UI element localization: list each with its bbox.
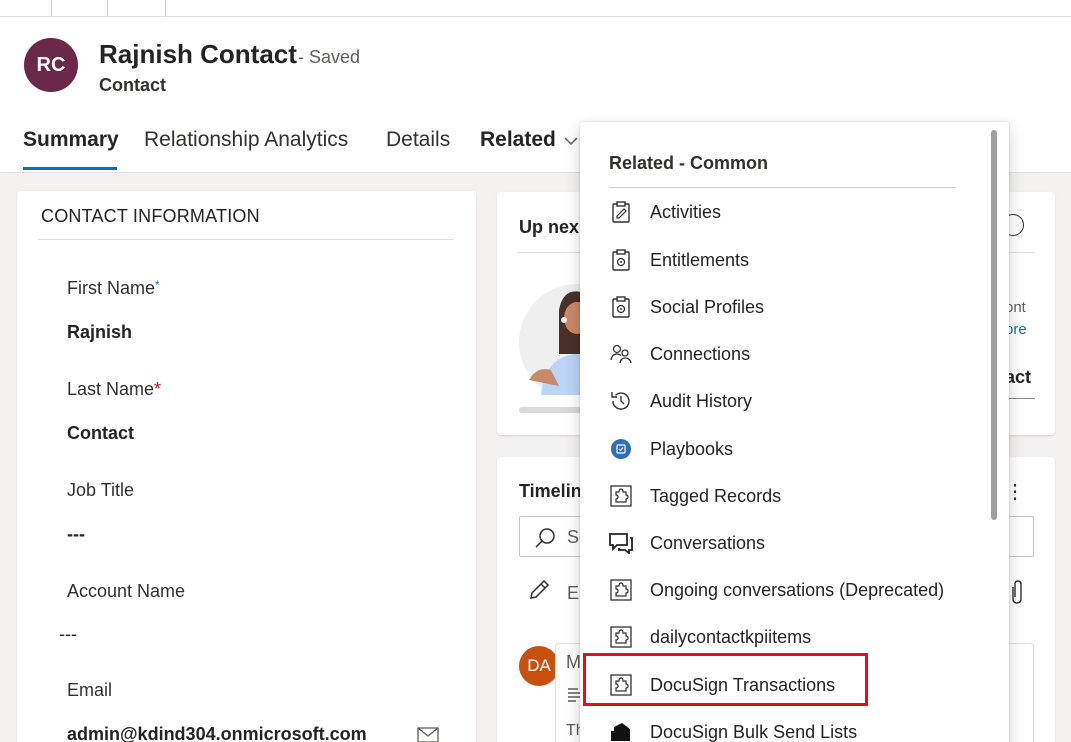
search-icon	[534, 527, 556, 554]
flyout-divider	[609, 187, 956, 188]
section-title: CONTACT INFORMATION	[41, 206, 260, 226]
highlight-box	[583, 653, 868, 706]
entitlement-icon	[609, 248, 633, 272]
docusign-icon	[609, 720, 633, 742]
tab-relationship-analytics[interactable]: Relationship Analytics	[144, 128, 348, 152]
top-tab-strip	[0, 0, 1071, 17]
menu-item-tagged-records[interactable]: Tagged Records	[600, 474, 978, 518]
menu-item-connections[interactable]: Connections	[600, 332, 978, 376]
first-name-label: First Name*	[67, 278, 160, 298]
record-title: Rajnish Contact	[99, 39, 297, 69]
puzzle-icon	[609, 484, 633, 508]
record-avatar: RC	[24, 38, 78, 92]
pencil-icon[interactable]	[527, 578, 551, 607]
menu-item-audit-history[interactable]: Audit History	[600, 379, 978, 423]
menu-item-ongoing-conversations[interactable]: Ongoing conversations (Deprecated)	[600, 568, 978, 612]
puzzle-icon	[609, 625, 633, 649]
job-title-field[interactable]: ---	[67, 524, 85, 545]
chat-icon	[609, 531, 633, 555]
menu-item-docusign-bulk-send-lists[interactable]: DocuSign Bulk Send Lists	[600, 710, 978, 742]
contact-information-card: CONTACT INFORMATION First Name* Rajnish …	[17, 191, 476, 742]
account-name-field[interactable]: ---	[59, 624, 77, 645]
carousel-progress	[519, 407, 589, 413]
action-underline	[1005, 398, 1035, 399]
section-divider	[38, 239, 454, 240]
required-marker: *	[154, 379, 162, 399]
menu-item-social-profiles[interactable]: Social Profiles	[600, 285, 978, 329]
account-name-label: Account Name	[67, 581, 186, 601]
tab-summary[interactable]: Summary	[23, 128, 119, 152]
entity-name: Contact	[99, 75, 166, 95]
email-label: Email	[67, 680, 113, 700]
job-title-label: Job Title	[67, 480, 135, 500]
tab-details[interactable]: Details	[386, 128, 450, 152]
active-tab-indicator	[23, 167, 117, 170]
activity-avatar: DA	[519, 646, 559, 686]
flyout-scrollbar[interactable]	[991, 130, 997, 520]
timeline-title: Timelin	[519, 481, 582, 501]
menu-item-conversations[interactable]: Conversations	[600, 521, 978, 565]
save-status: - Saved	[298, 47, 361, 67]
tab-divider	[107, 0, 108, 17]
mail-icon[interactable]	[417, 727, 439, 742]
people-icon	[609, 342, 633, 366]
last-name-field[interactable]: Contact	[67, 423, 134, 444]
email-field[interactable]: admin@kdind304.onmicrosoft.com	[67, 724, 367, 742]
last-name-label: Last Name*	[67, 379, 162, 399]
tab-related[interactable]: Related	[480, 128, 578, 152]
chevron-down-icon	[564, 133, 578, 151]
related-flyout-menu: Related - Common Activities Entitlements…	[580, 122, 1009, 742]
history-icon	[609, 389, 633, 413]
recommended-marker: *	[155, 278, 160, 292]
menu-item-entitlements[interactable]: Entitlements	[600, 238, 978, 282]
tab-divider	[51, 0, 52, 17]
menu-item-playbooks[interactable]: Playbooks	[600, 427, 978, 471]
puzzle-icon	[609, 578, 633, 602]
flyout-heading: Related - Common	[609, 153, 769, 173]
attachment-icon[interactable]	[1009, 579, 1025, 610]
playbook-icon	[609, 437, 633, 461]
social-profile-icon	[609, 295, 633, 319]
menu-item-activities[interactable]: Activities	[600, 190, 978, 234]
tab-divider	[165, 0, 166, 17]
clipboard-icon	[609, 200, 633, 224]
first-name-field[interactable]: Rajnish	[67, 322, 132, 343]
entry-title: M	[566, 652, 581, 672]
up-next-title: Up nex	[519, 217, 580, 237]
